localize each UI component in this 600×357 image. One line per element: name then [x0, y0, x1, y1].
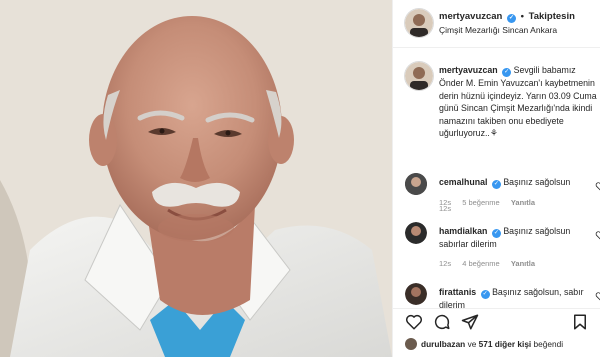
- comment-body: Başınız sağolsun: [503, 177, 571, 187]
- liker-avatar[interactable]: [405, 338, 417, 350]
- verified-icon: ✓: [491, 180, 501, 189]
- comment-meta: 12s 5 beğenme Yanıtla: [439, 198, 544, 207]
- post-location[interactable]: Çimşit Mezarlığı Sincan Ankara: [439, 25, 557, 35]
- post-photo[interactable]: [0, 0, 392, 357]
- heart-icon[interactable]: [405, 313, 423, 331]
- verified-icon: ✓: [507, 14, 517, 23]
- likes-suffix: beğendi: [533, 339, 564, 349]
- commenter-avatar[interactable]: [405, 283, 427, 305]
- comment-time[interactable]: 12s: [439, 198, 451, 207]
- heart-icon[interactable]: [595, 181, 600, 191]
- other-likers-link[interactable]: 571 diğer kişi: [479, 339, 532, 349]
- heart-icon[interactable]: [595, 291, 600, 301]
- commenter-avatar[interactable]: [405, 222, 427, 244]
- comment-meta: 12s 4 beğenme Yanıtla: [439, 259, 544, 268]
- verified-icon: ✓: [502, 68, 512, 77]
- author-avatar[interactable]: [405, 9, 433, 37]
- header-line: mertyavuzcan ✓ • Takiptesin: [439, 11, 575, 23]
- commenter-avatar[interactable]: [405, 173, 427, 195]
- comment-item: hamdialkan ✓ Başınız sağolsun sabırlar d…: [393, 222, 600, 268]
- comment-time[interactable]: 12s: [439, 259, 451, 268]
- comment-item: cemalhunal ✓ Başınız sağolsun 12s 5 beğe…: [393, 173, 600, 217]
- author-username[interactable]: mertyavuzcan: [439, 11, 502, 22]
- commenter-username[interactable]: hamdialkan: [439, 226, 487, 236]
- comment-text-block: hamdialkan ✓ Başınız sağolsun sabırlar d…: [439, 225, 589, 250]
- commenter-username[interactable]: cemalhunal: [439, 177, 487, 187]
- reply-button[interactable]: Yanıtla: [511, 259, 535, 268]
- heart-icon[interactable]: [595, 230, 600, 240]
- reply-button[interactable]: Yanıtla: [511, 198, 535, 207]
- comment-likes[interactable]: 5 beğenme: [462, 198, 500, 207]
- share-icon[interactable]: [461, 313, 479, 331]
- bookmark-icon[interactable]: [571, 313, 589, 331]
- commenter-username[interactable]: firattanis: [439, 287, 476, 297]
- comment-text-block: cemalhunal ✓ Başınız sağolsun: [439, 176, 589, 189]
- comment-likes[interactable]: 4 beğenme: [462, 259, 500, 268]
- comment-icon[interactable]: [433, 313, 451, 331]
- separator-dot: •: [520, 11, 524, 22]
- likes-summary: durulbazan ve 571 diğer kişi beğendi: [421, 339, 563, 349]
- caption-username[interactable]: mertyavuzcan: [439, 65, 498, 75]
- post-actions: durulbazan ve 571 diğer kişi beğendi: [393, 308, 600, 357]
- first-liker[interactable]: durulbazan: [421, 339, 465, 349]
- post-header: mertyavuzcan ✓ • Takiptesin Çimşit Mezar…: [393, 0, 600, 48]
- caption-text-block: mertyavuzcan ✓ Sevgili babamız Önder M. …: [439, 64, 599, 140]
- post-side-panel: mertyavuzcan ✓ • Takiptesin Çimşit Mezar…: [392, 0, 600, 357]
- portrait-illustration: [0, 0, 392, 357]
- verified-icon: ✓: [480, 290, 490, 299]
- likes-connector: ve: [467, 339, 477, 349]
- verified-icon: ✓: [491, 229, 501, 238]
- caption-author-avatar[interactable]: [405, 62, 433, 90]
- caption-body: Sevgili babamız Önder M. Emin Yavuzcan'ı…: [439, 65, 597, 139]
- follow-status-button[interactable]: Takiptesin: [529, 11, 575, 22]
